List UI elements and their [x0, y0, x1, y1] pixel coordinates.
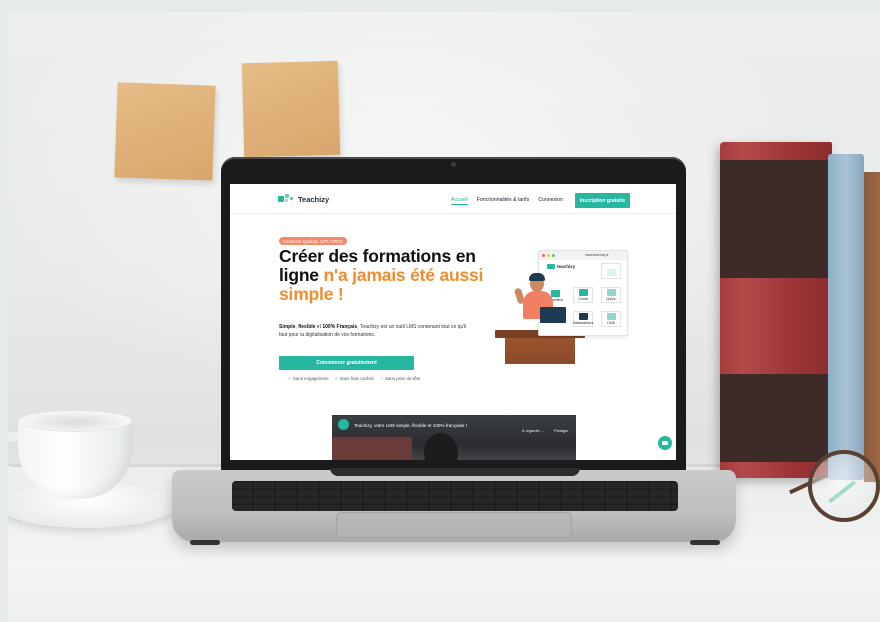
nav-links: Accueil Fonctionnalités & tarifs Connexi… [451, 197, 563, 205]
browser-dot [552, 254, 555, 257]
laptop-foot [190, 540, 220, 545]
sticky-note-right [241, 60, 341, 158]
sticky-note-left [114, 82, 216, 181]
hero-description: Simple, flexible et 100% Français, Teach… [279, 323, 469, 339]
cms-icon [606, 313, 616, 320]
laptop-keyboard [232, 481, 678, 511]
tile-courses: Cours [573, 287, 593, 303]
desc-bold: Simple [279, 324, 296, 330]
cart-tile [601, 263, 621, 279]
tile-label: CMS [607, 321, 615, 325]
tile-cms: CMS [601, 311, 621, 327]
start-free-button[interactable]: Commencer gratuitement [279, 356, 414, 370]
people-icon [578, 313, 588, 320]
person-hair [529, 273, 545, 281]
browser-dot [542, 254, 545, 257]
cup-rim [18, 410, 133, 432]
share-button[interactable]: Partager [554, 429, 569, 433]
video-frame [332, 437, 412, 460]
laptop-touchpad [336, 512, 572, 538]
perks-list: Sans engagement Sans frais cachés Sans p… [288, 376, 421, 382]
book-band [720, 374, 832, 462]
hero-headline: Créer des formations en ligne n'a jamais… [279, 247, 499, 304]
mini-logo-icon [547, 264, 555, 269]
mini-logo-text: teachizy [557, 264, 576, 269]
browser-bar: www.teachizy.fr [539, 251, 627, 260]
video-title: Teachizy, votre LMS simple, flexible et … [354, 423, 468, 428]
blue-book [828, 154, 864, 480]
perk-item: Sans engagement [288, 376, 329, 382]
webcam [451, 162, 456, 167]
browser-url: www.teachizy.fr [585, 253, 609, 257]
intro-video[interactable]: Teachizy, votre LMS simple, flexible et … [332, 415, 576, 460]
nav-link-login[interactable]: Connexion [538, 197, 563, 205]
chat-icon [662, 441, 668, 445]
mini-logo: teachizy [547, 264, 575, 269]
red-book [720, 142, 832, 478]
tile-label: Quizz [606, 297, 616, 301]
desc-bold: 100% Français [322, 324, 358, 330]
nav-link-home[interactable]: Accueil [451, 197, 468, 205]
courses-icon [578, 289, 588, 296]
site-nav: Teachizy Accueil Fonctionnalités & tarif… [230, 184, 676, 214]
laptop-foot [690, 540, 720, 545]
tile-contacts: Intelocuteurs [573, 311, 593, 327]
cart-icon [606, 269, 616, 276]
glasses-lens [808, 450, 880, 522]
perk-item: Sans frais cachés [335, 376, 374, 382]
chat-button[interactable] [658, 436, 672, 450]
video-frame [424, 433, 458, 460]
podium [505, 338, 575, 364]
logo-text: Teachizy [298, 194, 330, 204]
logo-icon [278, 194, 294, 204]
brown-book [864, 172, 880, 482]
desc-bold: flexible [298, 324, 316, 330]
payment-icon [550, 290, 560, 297]
laptop-hinge [330, 468, 580, 476]
laptop-screen: Teachizy Accueil Fonctionnalités & tarif… [230, 184, 676, 460]
browser-dot [547, 254, 550, 257]
signup-button[interactable]: Inscription gratuite [575, 193, 630, 208]
mini-laptop [540, 307, 566, 323]
tile-label: Cours [578, 297, 588, 301]
book-band [720, 160, 832, 278]
certification-badge: Conforme Qualiopi, CPF, OPCO [279, 237, 347, 245]
quiz-icon [606, 289, 616, 296]
tile-label: Intelocuteurs [572, 321, 594, 325]
nav-link-features[interactable]: Fonctionnalités & tarifs [477, 197, 529, 205]
perk-item: Sans prise de tête [380, 376, 420, 382]
site-logo[interactable]: Teachizy [278, 194, 329, 204]
tile-quiz: Quizz [601, 287, 621, 303]
channel-logo [338, 419, 349, 430]
browser-illustration: www.teachizy.fr teachizy Paiement Cours … [538, 250, 628, 336]
watch-later-button[interactable]: À regarder ... [522, 429, 544, 433]
